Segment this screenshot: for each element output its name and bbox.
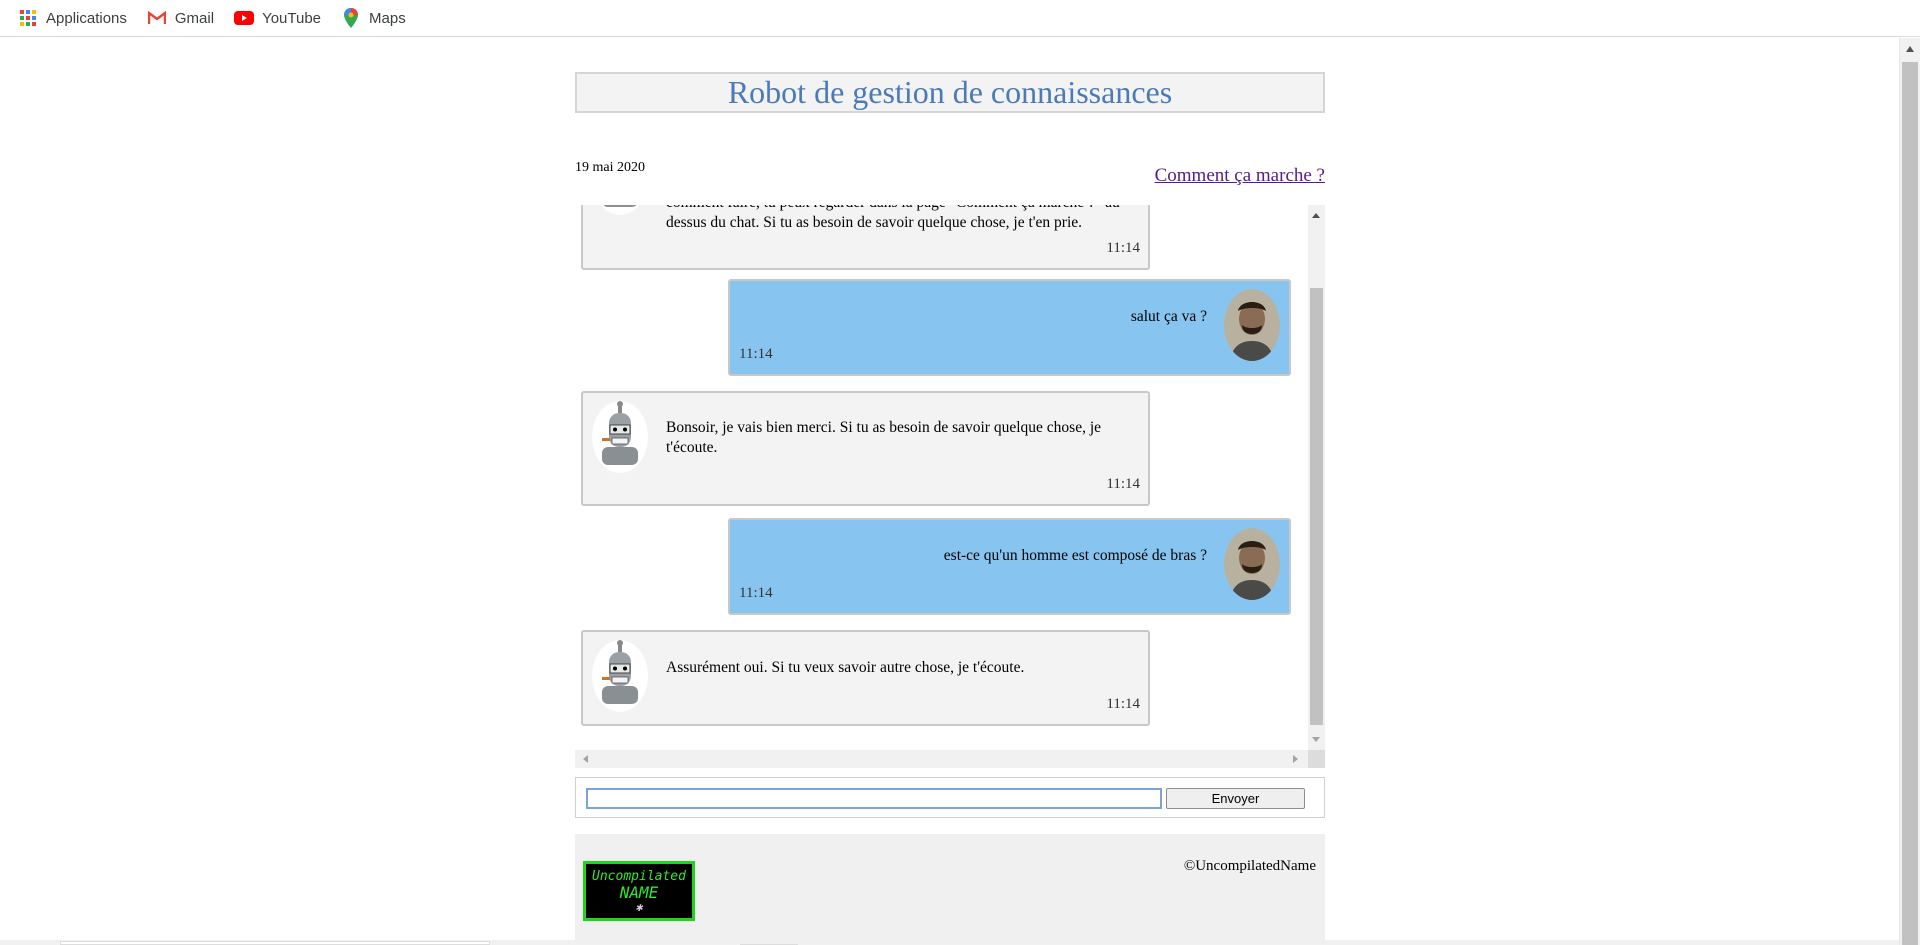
bot-avatar bbox=[592, 401, 648, 473]
bookmark-label: YouTube bbox=[262, 9, 322, 27]
page-scrollbar-thumb[interactable] bbox=[1902, 62, 1918, 945]
message-time: 11:14 bbox=[739, 585, 773, 601]
chat-scroll-up-icon[interactable] bbox=[1312, 213, 1320, 218]
message-time: 11:14 bbox=[1106, 240, 1140, 256]
bookmark-gmail[interactable]: Gmail bbox=[147, 8, 214, 28]
page-title: Robot de gestion de connaissances bbox=[727, 74, 1173, 110]
bookmark-youtube[interactable]: YouTube bbox=[234, 8, 321, 28]
bookmark-label: Maps bbox=[369, 9, 406, 27]
send-button[interactable]: Envoyer bbox=[1166, 788, 1305, 809]
maps-pin-icon bbox=[341, 8, 361, 28]
chat-scroll-left-icon[interactable] bbox=[583, 755, 588, 763]
chat-window[interactable]: comment faire, tu peux regarder dans la … bbox=[575, 205, 1325, 768]
current-date: 19 mai 2020 bbox=[575, 160, 645, 175]
bookmark-maps[interactable]: Maps bbox=[341, 8, 406, 28]
bug-icon: ✱ bbox=[635, 900, 643, 914]
help-link[interactable]: Comment ça marche ? bbox=[1155, 165, 1325, 187]
chat-scrollbar-thumb[interactable] bbox=[1310, 288, 1323, 725]
message-time: 11:14 bbox=[1106, 476, 1140, 492]
user-message: est-ce qu'un homme est composé de bras ?… bbox=[728, 518, 1291, 615]
page-scrollbar[interactable] bbox=[1899, 38, 1920, 945]
message-text: Assurément oui. Si tu veux savoir autre … bbox=[666, 659, 1025, 676]
scrollbar-corner bbox=[1308, 750, 1325, 768]
bookmark-label: Gmail bbox=[174, 9, 215, 27]
bookmark-applications[interactable]: Applications bbox=[18, 8, 127, 28]
apps-grid-icon bbox=[18, 8, 38, 28]
uncompilated-name-logo[interactable]: Uncompilated NAME ✱ bbox=[583, 861, 695, 921]
bottom-strip-segment bbox=[60, 941, 490, 945]
message-form: Envoyer bbox=[575, 777, 1325, 818]
bot-avatar bbox=[592, 205, 648, 215]
message-text: est-ce qu'un homme est composé de bras ? bbox=[943, 547, 1207, 564]
gmail-icon bbox=[147, 8, 167, 28]
bookmark-label: Applications bbox=[46, 9, 127, 27]
bookmarks-bar: Applications Gmail YouTube Maps bbox=[0, 0, 1920, 37]
message-time: 11:14 bbox=[1106, 696, 1140, 712]
title-box: Robot de gestion de connaissances bbox=[575, 72, 1325, 113]
youtube-icon bbox=[234, 8, 255, 28]
message-text: salut ça va ? bbox=[1130, 308, 1207, 325]
scroll-up-arrow-icon[interactable] bbox=[1906, 46, 1914, 52]
bot-message: comment faire, tu peux regarder dans la … bbox=[581, 205, 1150, 270]
bot-avatar bbox=[592, 640, 648, 712]
user-avatar bbox=[1224, 528, 1280, 600]
chat-scroll-down-icon[interactable] bbox=[1312, 737, 1320, 742]
bot-message: Assurément oui. Si tu veux savoir autre … bbox=[581, 630, 1150, 726]
message-text: comment faire, tu peux regarder dans la … bbox=[666, 205, 1120, 231]
copyright-text: ©UncompilatedName bbox=[1183, 858, 1316, 874]
logo-line1: Uncompilated bbox=[592, 869, 686, 884]
message-input[interactable] bbox=[586, 788, 1162, 809]
chat-horizontal-scrollbar[interactable] bbox=[575, 750, 1308, 768]
message-time: 11:14 bbox=[739, 346, 773, 362]
logo-line2: NAME bbox=[619, 883, 659, 902]
chat-vertical-scrollbar[interactable] bbox=[1308, 205, 1325, 750]
main-container: Robot de gestion de connaissances 19 mai… bbox=[575, 72, 1325, 944]
user-message: salut ça va ? 11:14 bbox=[728, 279, 1291, 376]
message-text: Bonsoir, je vais bien merci. Si tu as be… bbox=[666, 419, 1102, 456]
user-avatar bbox=[1224, 289, 1280, 361]
bot-message: Bonsoir, je vais bien merci. Si tu as be… bbox=[581, 391, 1150, 506]
footer: Uncompilated NAME ✱ ©UncompilatedName bbox=[575, 834, 1325, 944]
chat-scroll-right-icon[interactable] bbox=[1293, 755, 1298, 763]
